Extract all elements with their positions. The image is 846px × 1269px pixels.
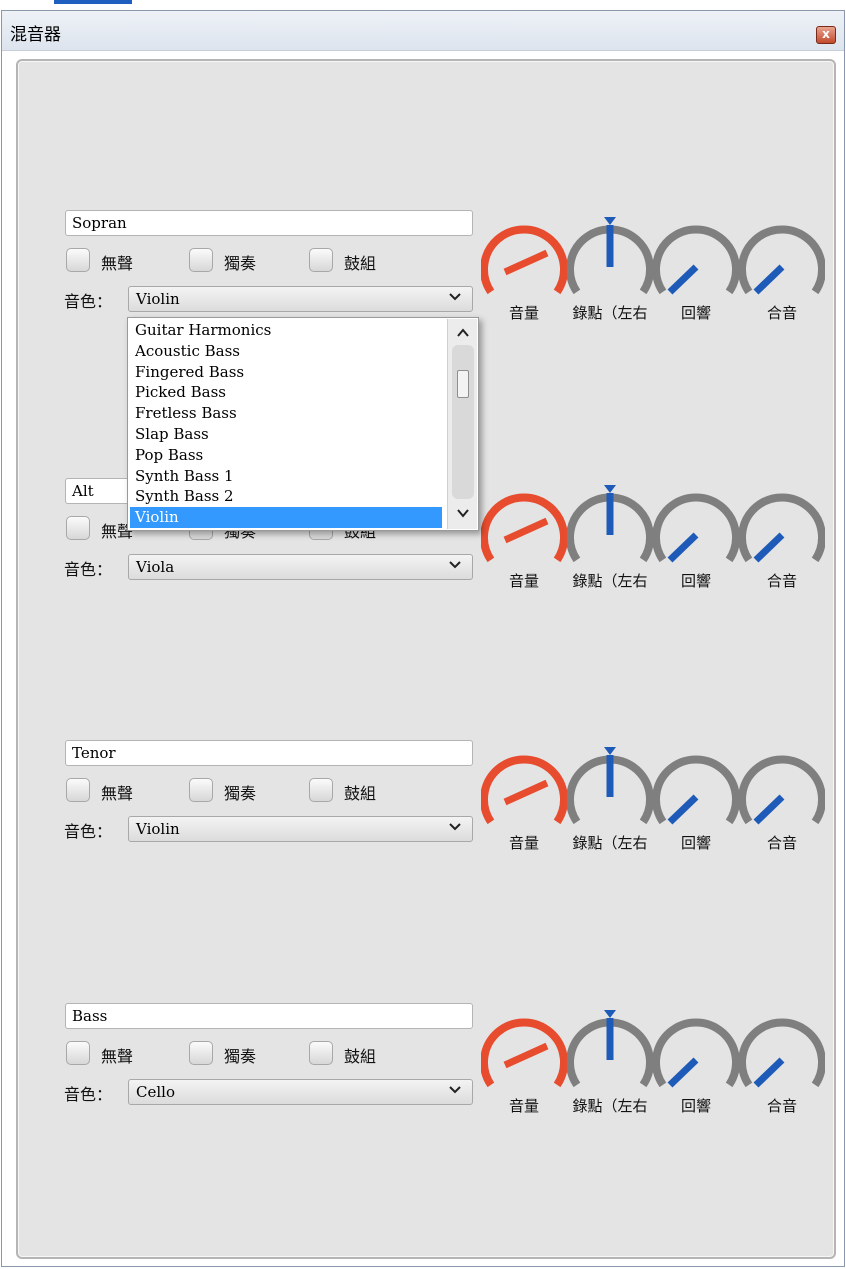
drums-label: 鼓組 [344,254,377,273]
checkbox-icon [189,248,213,272]
checkbox-icon [309,778,333,802]
dropdown-scrollbar[interactable] [447,319,477,529]
volume-label: 音量 [508,834,539,852]
dropdown-option[interactable]: Slap Bass [130,424,442,445]
volume-label: 音量 [508,1097,539,1115]
dropdown-options: Guitar Harmonics Acoustic Bass Fingered … [130,320,442,528]
scrollbar-thumb[interactable] [457,370,469,398]
instrument-select[interactable]: Violin [128,286,473,312]
reverb-knob[interactable] [653,483,739,573]
solo-label: 獨奏 [224,1047,257,1066]
checkbox-icon [309,1041,333,1065]
pan-label: 錄點（左右 [572,572,648,590]
chorus-knob[interactable] [739,215,825,305]
dropdown-option[interactable]: Fretless Bass [130,403,442,424]
volume-knob[interactable] [481,483,567,573]
pan-label: 錄點（左右 [572,834,648,852]
chorus-knob[interactable] [739,1008,825,1098]
tone-label: 音色： [64,560,113,579]
dropdown-option[interactable]: Guitar Harmonics [130,320,442,341]
chevron-down-icon [449,1086,461,1094]
chorus-label: 合音 [766,1097,797,1115]
checkbox-icon [66,1041,90,1065]
mixer-window: 混音器 x Sopran 無聲 獨奏 鼓組 音色： Violin 音量 錄點（左… [1,10,845,1267]
instrument-value: Violin [136,820,180,838]
instrument-select[interactable]: Viola [128,554,473,580]
mute-label: 無聲 [101,784,134,803]
track-section-3: Tenor 無聲 獨奏 鼓組 音色： Violin 音量 錄點（左右 回響 合音 [18,740,838,890]
instrument-select[interactable]: Cello [128,1079,473,1105]
scrollbar-track[interactable] [452,345,474,499]
volume-knob[interactable] [481,1008,567,1098]
pan-label: 錄點（左右 [572,1097,648,1115]
checkbox-icon [309,248,333,272]
chevron-down-icon [449,293,461,301]
checkbox-icon [66,516,90,540]
mute-label: 無聲 [101,254,134,273]
volume-label: 音量 [508,304,539,322]
reverb-label: 回響 [680,572,711,590]
chorus-label: 合音 [766,572,797,590]
dropdown-option[interactable]: Synth Bass 2 [130,486,442,507]
drums-label: 鼓組 [344,784,377,803]
chevron-up-icon[interactable] [455,325,471,341]
instrument-dropdown-list: Guitar Harmonics Acoustic Bass Fingered … [127,317,479,531]
dropdown-option[interactable]: Acoustic Bass [130,341,442,362]
chevron-down-icon[interactable] [455,505,471,521]
pan-label: 錄點（左右 [572,304,648,322]
chorus-label: 合音 [766,834,797,852]
reverb-knob[interactable] [653,745,739,835]
dropdown-option[interactable]: Picked Bass [130,382,442,403]
pan-knob[interactable] [567,1008,653,1098]
volume-label: 音量 [508,572,539,590]
window-title: 混音器 [10,25,61,45]
checkbox-icon [189,1041,213,1065]
chorus-knob[interactable] [739,483,825,573]
mixer-panel: Sopran 無聲 獨奏 鼓組 音色： Violin 音量 錄點（左右 回響 合… [16,59,836,1259]
reverb-knob[interactable] [653,215,739,305]
chorus-knob[interactable] [739,745,825,835]
instrument-value: Cello [136,1083,175,1101]
dropdown-option[interactable]: Pop Bass [130,445,442,466]
close-icon: x [822,27,830,41]
reverb-knob[interactable] [653,1008,739,1098]
solo-label: 獨奏 [224,254,257,273]
track-name-input[interactable]: Sopran [65,210,473,236]
drums-label: 鼓組 [344,1047,377,1066]
instrument-value: Violin [136,290,180,308]
checkbox-icon [66,778,90,802]
close-button[interactable]: x [816,26,836,44]
dropdown-option[interactable]: Synth Bass 1 [130,466,442,487]
reverb-label: 回響 [680,304,711,322]
track-name-input[interactable]: Bass [65,1003,473,1029]
instrument-value: Viola [136,558,175,576]
dropdown-option-selected[interactable]: Violin [130,507,442,528]
reverb-label: 回響 [680,1097,711,1115]
instrument-select[interactable]: Violin [128,816,473,842]
track-name-input[interactable]: Tenor [65,740,473,766]
tone-label: 音色： [64,1085,113,1104]
top-link[interactable] [54,0,132,4]
solo-label: 獨奏 [224,784,257,803]
mute-label: 無聲 [101,1047,134,1066]
track-section-4: Bass 無聲 獨奏 鼓組 音色： Cello 音量 錄點（左右 回響 合音 [18,1003,838,1153]
tone-label: 音色： [64,292,113,311]
checkbox-icon [189,778,213,802]
volume-knob[interactable] [481,745,567,835]
title-bar: 混音器 x [2,11,844,51]
pan-knob[interactable] [567,215,653,305]
chevron-down-icon [449,561,461,569]
checkbox-icon [66,248,90,272]
chorus-label: 合音 [766,304,797,322]
pan-knob[interactable] [567,745,653,835]
tone-label: 音色： [64,822,113,841]
chevron-down-icon [449,823,461,831]
pan-knob[interactable] [567,483,653,573]
volume-knob[interactable] [481,215,567,305]
reverb-label: 回響 [680,834,711,852]
dropdown-option[interactable]: Fingered Bass [130,362,442,383]
